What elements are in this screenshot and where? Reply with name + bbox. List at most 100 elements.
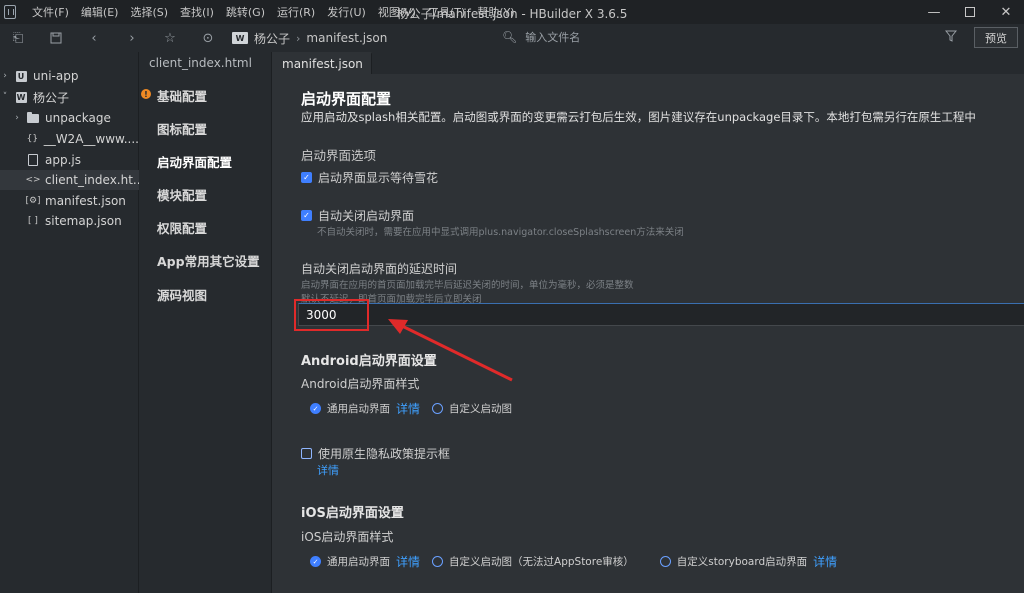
json-file-icon: [ ] <box>28 216 38 226</box>
tree-item-label: __W2A__www.... <box>43 132 139 146</box>
ios-heading: iOS启动界面设置 <box>301 506 404 521</box>
menu-find[interactable]: 查找(I) <box>174 4 220 20</box>
save-icon <box>50 32 62 44</box>
tree-item-sitemap[interactable]: [ ] sitemap.json <box>0 211 139 231</box>
breadcrumb-project[interactable]: 杨公子 <box>254 30 290 47</box>
preview-button[interactable]: 预览 <box>974 27 1018 48</box>
filter-icon[interactable] <box>945 30 957 42</box>
play-circle-icon: ⊙ <box>202 30 214 46</box>
chevron-right-icon: › <box>15 113 19 123</box>
android-heading: Android启动界面设置 <box>301 354 437 369</box>
manifest-file-icon: [⚙] <box>25 196 41 206</box>
tree-item-client-index[interactable]: <> client_index.ht... <box>0 170 139 190</box>
tree-item-unpackage[interactable]: › unpackage <box>0 108 139 128</box>
ios-common-label: 通用启动界面 <box>327 556 390 568</box>
auto-close-hint: 不自动关闭时，需要在应用中显式调用plus.navigator.closeSpl… <box>317 227 684 238</box>
android-common-radio[interactable] <box>310 403 321 414</box>
minimize-button[interactable]: — <box>916 0 952 24</box>
chevron-down-icon: ˅ <box>2 92 8 102</box>
tree-item-label: uni-app <box>33 69 79 83</box>
menu-edit[interactable]: 编辑(E) <box>75 4 125 20</box>
ios-custom-radio[interactable] <box>432 556 444 567</box>
nav-permission-config[interactable]: 权限配置 <box>157 218 207 237</box>
html-file-icon: <> <box>25 175 41 185</box>
back-button[interactable]: ‹ <box>84 28 104 48</box>
android-custom-radio[interactable] <box>432 403 444 414</box>
ios-style-label: iOS启动界面样式 <box>301 530 394 544</box>
file-search-input[interactable] <box>525 30 686 44</box>
nav-source-view[interactable]: 源码视图 <box>157 285 207 304</box>
privacy-checkbox[interactable] <box>301 448 312 459</box>
nav-icon-config[interactable]: 图标配置 <box>157 119 207 138</box>
tab-manifest[interactable]: manifest.json <box>272 52 372 74</box>
menu-tools[interactable]: 工具(T) <box>422 4 471 20</box>
page-title: 启动界面配置 <box>301 90 392 108</box>
menu-run[interactable]: 运行(R) <box>271 4 321 20</box>
privacy-label: 使用原生隐私政策提示框 <box>318 447 451 461</box>
tree-item-uni-app[interactable]: › U uni-app <box>0 66 139 86</box>
tree-item-manifest[interactable]: [⚙] manifest.json <box>0 191 139 211</box>
forward-button[interactable]: › <box>122 28 142 48</box>
tree-item-label: client_index.ht... <box>45 173 139 187</box>
tree-item-app-js[interactable]: app.js <box>0 150 139 170</box>
auto-close-checkbox[interactable]: ✓ <box>301 210 312 221</box>
delay-input[interactable] <box>298 303 1024 326</box>
ios-storyboard-radio[interactable] <box>659 556 671 567</box>
tree-item-label: manifest.json <box>45 194 126 208</box>
android-style-options: 通用启动界面 详情 自定义启动图 <box>310 400 512 417</box>
tree-item-label: sitemap.json <box>45 214 122 228</box>
privacy-details-link[interactable]: 详情 <box>317 462 339 478</box>
chevron-left-icon: ‹ <box>91 30 97 46</box>
nav-basic-config[interactable]: 基础配置 <box>157 86 207 105</box>
android-custom-label: 自定义启动图 <box>449 403 513 415</box>
android-common-label: 通用启动界面 <box>327 403 390 415</box>
splash-config-panel: 启动界面配置 应用启动及splash相关配置。启动图或界面的变更需云打包后生效，… <box>272 74 1024 593</box>
nav-splash-config[interactable]: 启动界面配置 <box>157 152 232 171</box>
editor-tabs: client_index.html manifest.json <box>139 52 1024 74</box>
tab-client-index[interactable]: client_index.html <box>139 52 272 74</box>
file-search: 🔍︎ <box>502 30 686 44</box>
close-window-button[interactable]: ✕ <box>988 0 1024 24</box>
js-file-icon <box>28 154 38 166</box>
android-common-details-link[interactable]: 详情 <box>396 400 420 417</box>
new-file-button[interactable]: ⎗ <box>8 28 28 48</box>
new-file-icon: ⎗ <box>12 30 24 46</box>
ios-common-details-link[interactable]: 详情 <box>396 553 420 570</box>
waiting-snow-label: 启动界面显示等待雪花 <box>318 171 439 185</box>
tree-item-w2a[interactable]: {} __W2A__www.... <box>0 129 139 149</box>
menu-view[interactable]: 视图(V) <box>372 4 422 20</box>
menu-help[interactable]: 帮助(Y) <box>471 4 520 20</box>
menu-goto[interactable]: 跳转(G) <box>220 4 271 20</box>
menu-file[interactable]: 文件(F) <box>26 4 75 20</box>
tree-item-label: app.js <box>45 153 81 167</box>
window-controls: — ✕ <box>916 0 1024 24</box>
nav-module-config[interactable]: 模块配置 <box>157 185 207 204</box>
chevron-right-icon: › <box>3 71 7 81</box>
nav-app-other-settings[interactable]: App常用其它设置 <box>157 251 260 270</box>
star-icon: ☆ <box>164 30 176 46</box>
favorite-button[interactable]: ☆ <box>160 28 180 48</box>
settings-nav: ! 基础配置 图标配置 启动界面配置 模块配置 权限配置 App常用其它设置 源… <box>139 74 272 593</box>
ios-storyboard-label: 自定义storyboard启动界面 <box>676 556 808 568</box>
braces-file-icon: {} <box>26 134 39 144</box>
auto-close-label: 自动关闭启动界面 <box>318 209 415 223</box>
search-file-icon: 🔍︎ <box>502 30 518 44</box>
web-project-icon: W <box>15 91 27 103</box>
options-heading: 启动界面选项 <box>301 148 377 163</box>
close-icon: ✕ <box>1000 4 1012 20</box>
maximize-button[interactable] <box>952 0 988 24</box>
toolbar: ⎗ ‹ › ☆ ⊙ W 杨公子 › manifest.json 🔍︎ <box>0 24 1024 52</box>
run-button[interactable]: ⊙ <box>198 28 218 48</box>
warning-icon: ! <box>141 89 151 99</box>
menu-select[interactable]: 选择(S) <box>124 4 174 20</box>
menu-publish[interactable]: 发行(U) <box>321 4 372 20</box>
ios-common-radio[interactable] <box>310 556 321 567</box>
menu-bar: 文件(F) 编辑(E) 选择(S) 查找(I) 跳转(G) 运行(R) 发行(U… <box>0 0 1024 24</box>
breadcrumb-file[interactable]: manifest.json <box>306 31 387 45</box>
tree-item-label: 杨公子 <box>33 90 70 105</box>
tree-item-project[interactable]: ˅ W 杨公子 <box>0 87 139 107</box>
waiting-snow-checkbox[interactable]: ✓ <box>301 172 312 183</box>
save-button[interactable] <box>46 28 66 48</box>
minimize-icon: — <box>927 4 941 20</box>
ios-storyboard-details-link[interactable]: 详情 <box>813 553 837 570</box>
